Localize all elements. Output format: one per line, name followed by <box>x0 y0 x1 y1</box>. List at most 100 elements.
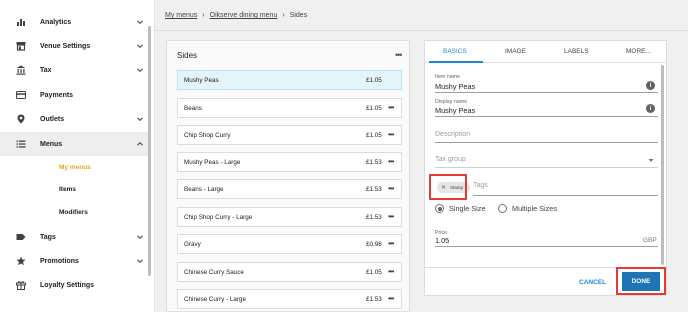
item-price: £1.53 <box>366 214 382 221</box>
item-name: Chinese Curry - Large <box>184 296 246 303</box>
item-name: Beans <box>184 105 202 112</box>
row-more-icon[interactable]: ••• <box>388 294 394 303</box>
breadcrumb-my-menus[interactable]: My menus <box>165 12 197 19</box>
breadcrumb-dining-menu[interactable]: Oikserve dining menu <box>210 12 278 19</box>
bar-chart-icon <box>16 17 26 27</box>
sidebar-item-promotions[interactable]: Promotions <box>0 249 150 273</box>
tax-group-select[interactable]: Tax group <box>435 156 466 163</box>
field-underline <box>435 92 658 93</box>
sidebar-item-label: Tags <box>40 233 56 241</box>
row-more-icon[interactable]: ••• <box>388 212 394 221</box>
list-icon <box>16 139 26 149</box>
highlight-box <box>616 267 666 295</box>
list-item[interactable]: Gravy £0.98 ••• <box>177 234 402 254</box>
credit-card-icon <box>16 90 26 100</box>
item-price: £1.53 <box>366 296 382 303</box>
item-price: £1.53 <box>366 159 382 166</box>
multiple-sizes-label: Multiple Sizes <box>512 204 558 213</box>
item-name-field[interactable]: Mushy Peas <box>435 82 475 91</box>
field-underline <box>435 142 658 143</box>
cancel-button[interactable]: CANCEL <box>579 279 606 286</box>
row-more-icon[interactable]: ••• <box>388 184 394 193</box>
store-icon <box>16 41 26 51</box>
row-more-icon[interactable]: ••• <box>388 267 394 276</box>
row-more-icon[interactable]: ••• <box>388 239 394 248</box>
description-field[interactable]: Description <box>435 131 470 138</box>
list-item[interactable]: Beans £1.05 ••• <box>177 98 402 118</box>
row-more-icon[interactable]: ••• <box>388 130 394 139</box>
display-name-field[interactable]: Mushy Peas <box>435 106 475 115</box>
sides-panel: Sides ••• Mushy Peas £1.05 Beans £1.05 •… <box>166 40 410 312</box>
list-item[interactable]: Beans - Large £1.53 ••• <box>177 179 402 199</box>
more-options-icon[interactable]: ••• <box>395 50 403 60</box>
list-item[interactable]: Chip Shop Curry £1.05 ••• <box>177 125 402 145</box>
list-item[interactable]: Chip Shop Curry - Large £1.53 ••• <box>177 207 402 227</box>
sidebar-item-tags[interactable]: Tags <box>0 225 150 249</box>
radio-multiple-sizes[interactable] <box>498 204 507 213</box>
sidebar-item-menus[interactable]: Menus <box>0 132 150 156</box>
sidebar-item-venue-settings[interactable]: Venue Settings <box>0 34 150 58</box>
field-underline <box>473 195 658 196</box>
tag-icon <box>16 232 26 242</box>
active-tab-indicator <box>429 61 483 63</box>
tab-more[interactable]: MORE... <box>626 48 651 55</box>
info-icon[interactable]: i <box>646 104 655 113</box>
sidebar-item-payments[interactable]: Payments <box>0 83 150 107</box>
sidebar-subitem-modifiers[interactable]: Modifiers <box>59 209 88 216</box>
item-name: Beans - Large <box>184 186 224 193</box>
sidebar-item-outlets[interactable]: Outlets <box>0 107 150 131</box>
list-item[interactable]: Mushy Peas £1.05 <box>177 70 402 90</box>
sidebar-item-loyalty-settings[interactable]: Loyalty Settings <box>0 273 150 297</box>
row-more-icon[interactable]: ••• <box>388 103 394 112</box>
radio-single-size[interactable] <box>435 204 444 213</box>
sidebar-subitem-my-menus[interactable]: My menus <box>59 164 91 171</box>
item-price: £1.05 <box>366 105 382 112</box>
field-underline <box>435 246 658 247</box>
sidebar-item-analytics[interactable]: Analytics <box>0 10 150 34</box>
sidebar-scrollbar[interactable] <box>148 26 151 276</box>
dropdown-arrow-icon[interactable] <box>648 158 654 163</box>
tab-image[interactable]: IMAGE <box>505 48 526 55</box>
chevron-down-icon <box>137 117 143 122</box>
breadcrumb: My menus › Oikserve dining menu › Sides <box>165 12 307 19</box>
sidebar-subitem-items[interactable]: Items <box>59 186 76 193</box>
price-field[interactable]: 1.05 <box>435 236 449 245</box>
sidebar-item-tax[interactable]: Tax <box>0 58 150 82</box>
chevron-down-icon <box>137 235 143 240</box>
item-price: £1.05 <box>366 132 382 139</box>
row-more-icon[interactable]: ••• <box>388 157 394 166</box>
list-item[interactable]: Chinese Curry - Large £1.53 ••• <box>177 289 402 309</box>
bank-icon <box>16 65 26 75</box>
chevron-down-icon <box>137 20 143 25</box>
item-name: Mushy Peas <box>184 77 219 84</box>
item-name: Mushy Peas - Large <box>184 159 241 166</box>
sidebar-item-label: Loyalty Settings <box>40 281 95 289</box>
chevron-down-icon <box>137 259 143 264</box>
item-name: Chinese Curry Sauce <box>184 269 244 276</box>
gift-icon <box>16 280 26 290</box>
list-item[interactable]: Mushy Peas - Large £1.53 ••• <box>177 152 402 172</box>
sidebar-item-label: Tax <box>40 66 52 74</box>
star-icon <box>16 256 26 266</box>
item-price: £1.05 <box>366 269 382 276</box>
list-item[interactable]: Chinese Curry Sauce £1.05 ••• <box>177 262 402 282</box>
breadcrumb-current: Sides <box>289 12 308 19</box>
panel-title: Sides <box>177 51 198 60</box>
sidebar-item-label: Promotions <box>40 257 79 265</box>
item-editor-panel: BASICS IMAGE LABELS MORE... Item name Mu… <box>424 40 667 296</box>
sidebar-item-label: Menus <box>40 140 63 148</box>
item-price: £1.53 <box>366 186 382 193</box>
display-name-label: Display name <box>435 99 468 105</box>
tab-labels[interactable]: LABELS <box>564 48 589 55</box>
field-underline <box>435 167 658 168</box>
info-icon[interactable]: i <box>646 81 655 90</box>
tags-field[interactable]: Tags <box>473 182 488 189</box>
chevron-up-icon <box>137 141 143 146</box>
sidebar-item-label: Analytics <box>40 18 72 26</box>
location-pin-icon <box>16 114 26 124</box>
editor-scrollbar[interactable] <box>661 65 664 265</box>
field-underline <box>435 116 658 117</box>
tab-basics[interactable]: BASICS <box>443 48 467 55</box>
item-price: £0.98 <box>366 241 382 248</box>
chevron-right-icon: › <box>282 12 285 19</box>
